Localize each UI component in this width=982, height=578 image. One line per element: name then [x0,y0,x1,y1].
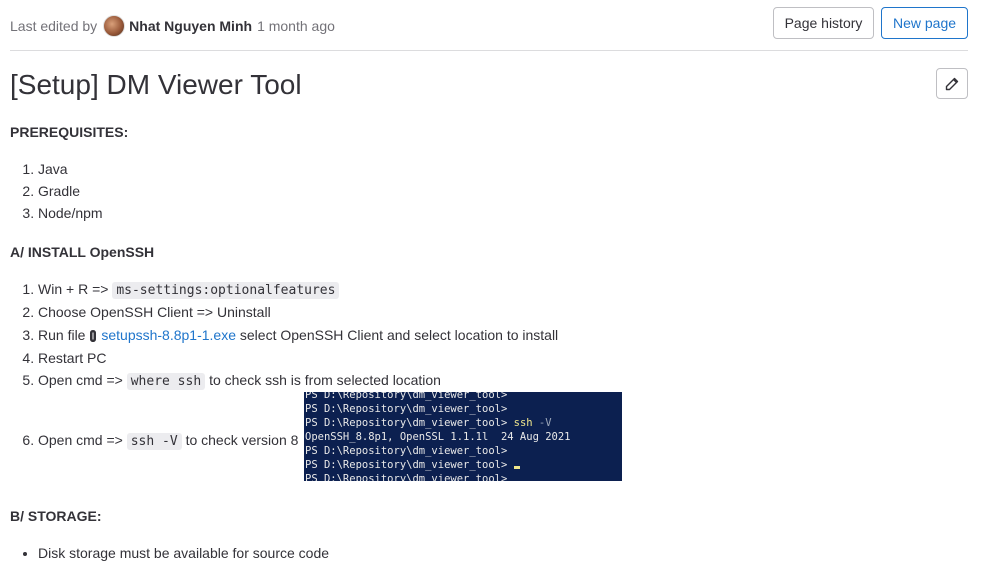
install-heading: A/ INSTALL OpenSSH [10,244,155,260]
list-item: Gradle [38,180,103,202]
prerequisites-list: Java Gradle Node/npm [10,158,103,224]
new-page-button[interactable]: New page [881,7,968,39]
settings-code: ms-settings:optionalfeatures [112,282,340,299]
author-avatar[interactable] [103,15,126,37]
file-link-label[interactable]: setupssh-8.8p1-1.exe [101,327,236,343]
list-item: Java [38,158,103,180]
terminal-prompt: PS D:\Repository\dm_viewer_tool> [305,417,514,429]
install-step-1: Win + R => ms-settings:optionalfeatures [38,278,558,300]
page-header: Last edited by Nhat Nguyen Minh 1 month … [10,0,968,51]
step-text: Open cmd => [38,432,123,448]
list-item: Node/npm [38,202,103,224]
step-text: Win + R => [38,281,109,297]
page-history-button[interactable]: Page history [773,7,874,39]
setupssh-file-link[interactable]: setupssh-8.8p1-1.exe [89,327,240,343]
install-step-5: Open cmd => where ssh to check ssh is fr… [38,369,558,391]
paperclip-icon [90,330,97,342]
terminal-line: PS D:\Repository\dm_viewer_tool> [305,445,508,457]
step-text: Open cmd => [38,372,123,388]
terminal-cursor [513,466,520,469]
step-text: select OpenSSH Client and select locatio… [239,327,559,343]
storage-list: Disk storage must be available for sourc… [10,542,329,564]
terminal-screenshot: PS D:\Repository\dm_viewer_tool> PS D:\R… [304,392,622,481]
storage-heading: B/ STORAGE: [10,508,102,524]
last-edited-info: Last edited by Nhat Nguyen Minh 1 month … [10,14,335,38]
install-step-2: Choose OpenSSH Client => Uninstall [38,301,558,323]
list-item: Disk storage must be available for sourc… [38,542,329,564]
author-name[interactable]: Nhat Nguyen Minh [129,18,252,34]
terminal-line: PS D:\Repository\dm_viewer_tool> [305,392,508,401]
terminal-flag: -V [532,417,552,429]
terminal-line: PS D:\Repository\dm_viewer_tool> [305,403,508,415]
edited-time: 1 month ago [257,18,335,34]
pencil-icon [945,77,959,90]
install-step-3: Run file setupssh-8.8p1-1.exe select Ope… [38,324,558,346]
ssh-version-code: ssh -V [126,433,182,450]
page-title: [Setup] DM Viewer Tool [10,69,302,100]
terminal-output: OpenSSH_8.8p1, OpenSSL 1.1.1l 24 Aug 202… [305,431,571,443]
step-text: to check ssh is from selected location [209,372,441,388]
terminal-line: PS D:\Repository\dm_viewer_tool> ssh -V [305,416,622,430]
step-text: to check version 8 [185,432,299,448]
prerequisites-heading: PREREQUISITES: [10,124,129,140]
terminal-line: PS D:\Repository\dm_viewer_tool> [305,473,508,481]
edited-prefix: Last edited by [10,18,98,34]
where-ssh-code: where ssh [126,373,206,390]
edit-page-button[interactable] [936,68,968,99]
step-text: Run file [38,327,86,343]
terminal-command: ssh [513,417,533,429]
terminal-prompt: PS D:\Repository\dm_viewer_tool> [305,459,514,471]
terminal-line: PS D:\Repository\dm_viewer_tool> [305,458,622,472]
install-step-4: Restart PC [38,347,558,369]
